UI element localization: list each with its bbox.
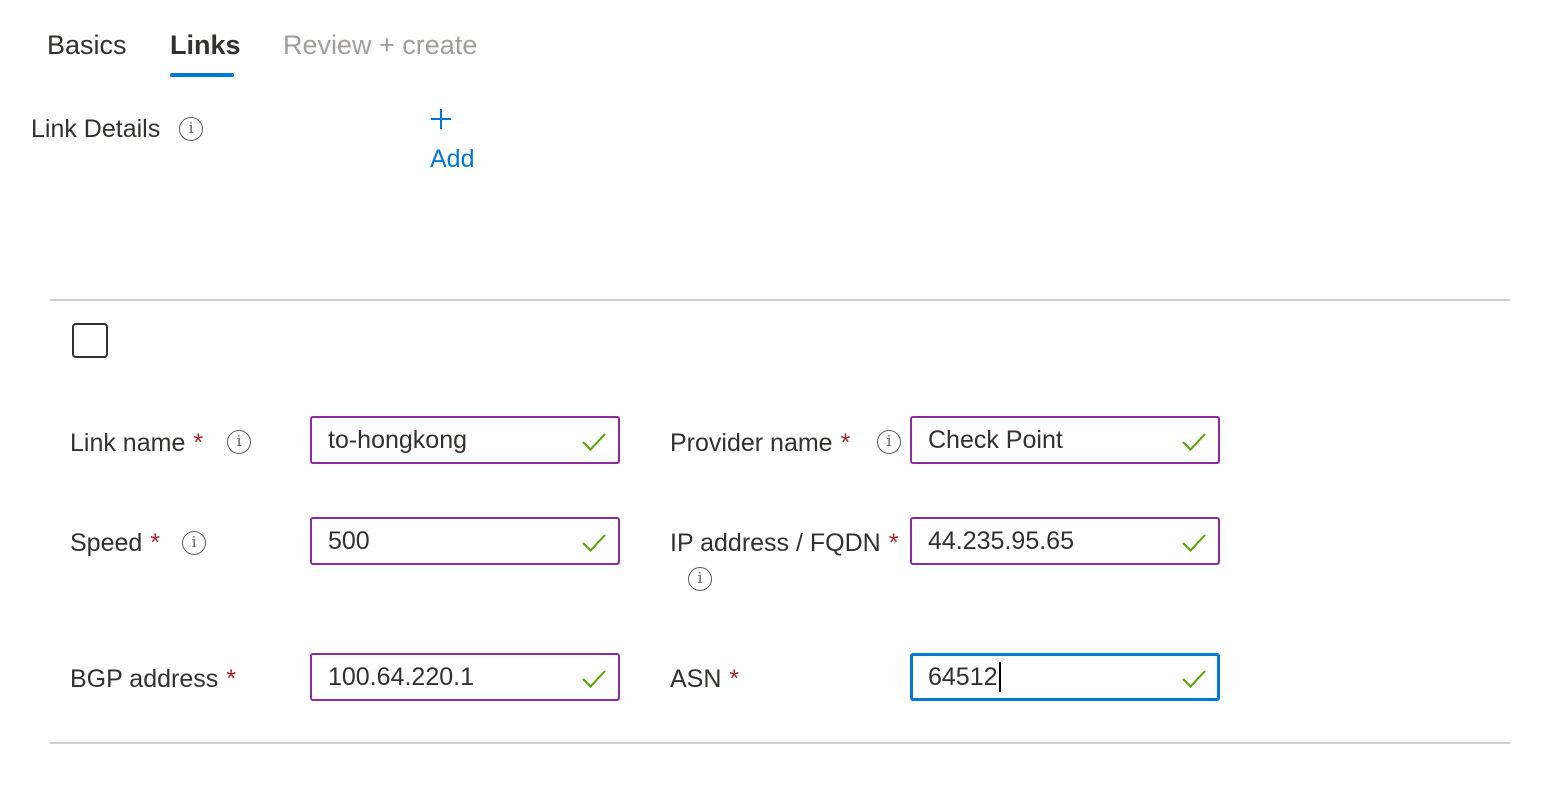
asn-value: 64512 xyxy=(928,663,998,691)
info-icon[interactable]: i xyxy=(688,567,712,591)
asn-label: ASN * xyxy=(670,665,740,693)
valid-check-icon xyxy=(1182,433,1206,451)
ip-address-input[interactable]: 44.235.95.65 xyxy=(910,517,1220,565)
info-icon[interactable]: i xyxy=(227,430,251,454)
speed-label: Speed * xyxy=(70,529,161,557)
tab-review-create: Review + create xyxy=(283,30,478,60)
valid-check-icon xyxy=(582,534,606,552)
info-icon[interactable]: i xyxy=(877,430,901,454)
link-details-label: Link Details xyxy=(31,115,161,143)
text-caret xyxy=(998,662,1001,692)
valid-check-icon xyxy=(1182,534,1206,552)
divider-bottom xyxy=(50,742,1510,744)
link-name-input[interactable]: to-hongkong xyxy=(310,416,620,464)
active-tab-indicator xyxy=(170,73,234,77)
add-label: Add xyxy=(430,145,475,173)
asn-input[interactable]: 64512 xyxy=(910,653,1220,701)
tab-links[interactable]: Links xyxy=(170,28,241,62)
divider-top xyxy=(50,299,1510,301)
bgp-address-label: BGP address * xyxy=(70,665,236,693)
plus-icon xyxy=(430,108,452,130)
tab-basics[interactable]: Basics xyxy=(47,28,127,62)
add-link-button[interactable]: Add xyxy=(430,108,490,174)
valid-check-icon xyxy=(582,433,606,451)
valid-check-icon xyxy=(582,670,606,688)
link-name-label: Link name * xyxy=(70,429,204,457)
valid-check-icon xyxy=(1182,670,1206,688)
provider-name-label: Provider name * xyxy=(670,429,851,457)
select-link-checkbox[interactable] xyxy=(72,323,108,358)
provider-name-input[interactable]: Check Point xyxy=(910,416,1220,464)
bgp-address-input[interactable]: 100.64.220.1 xyxy=(310,653,620,701)
ip-address-label: IP address / FQDN * xyxy=(670,529,899,557)
info-icon[interactable]: i xyxy=(182,531,206,555)
speed-input[interactable]: 500 xyxy=(310,517,620,565)
info-icon[interactable]: i xyxy=(179,117,203,141)
